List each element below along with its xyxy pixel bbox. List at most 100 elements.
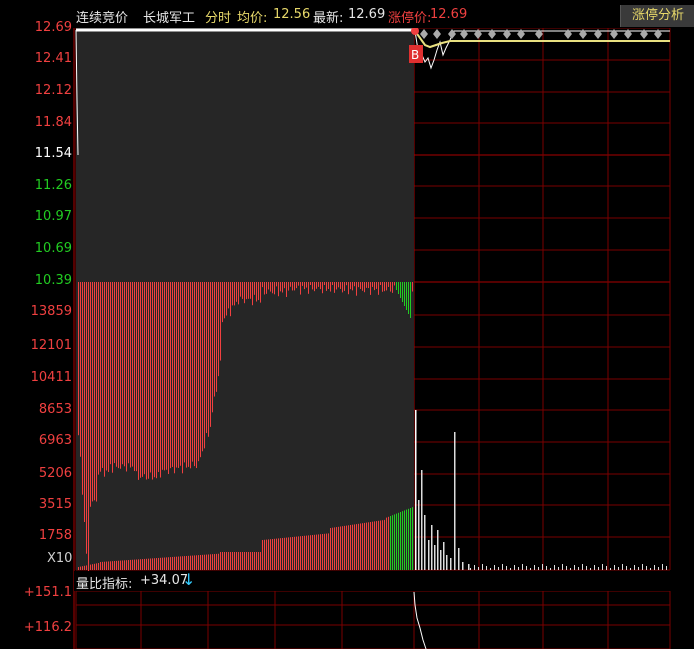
volume-bar: [190, 555, 191, 570]
volume-bar: [382, 520, 383, 570]
auction-bar: [94, 282, 95, 501]
auction-bar: [182, 282, 183, 474]
indicator-value: +34.07: [140, 573, 189, 588]
auction-bar: [176, 282, 177, 468]
auction-bar: [378, 282, 379, 295]
auction-bar: [330, 282, 331, 292]
volume-bar: [158, 557, 159, 570]
volume-bar: [172, 556, 173, 570]
auction-bar: [170, 282, 171, 469]
volume-bar: [276, 538, 277, 570]
auction-bar: [174, 282, 175, 474]
volume-bar: [474, 565, 475, 570]
chart-header: 连续竞价 长城军工 分时 均价: 12.56 最新: 12.69 涨停价: 12…: [0, 0, 694, 28]
volume-bar: [368, 522, 369, 570]
indicator-tick: +151.1: [23, 585, 72, 600]
volume-bar: [244, 552, 245, 570]
volume-tick: 12101: [30, 338, 72, 353]
volume-bar: [415, 410, 417, 570]
volume-bar: [278, 538, 279, 570]
volume-bar: [542, 564, 543, 570]
volume-bar: [394, 514, 395, 570]
price-tick: 12.12: [34, 83, 72, 98]
auction-bar: [90, 282, 91, 507]
auction-bar: [348, 282, 349, 295]
volume-bar: [408, 508, 409, 570]
price-tick: 11.26: [34, 178, 72, 193]
auction-bar: [88, 282, 89, 577]
volume-bar: [304, 535, 305, 570]
auction-bar: [316, 282, 317, 289]
auction-bar: [78, 282, 79, 436]
auction-bar: [130, 282, 131, 468]
volume-bar: [550, 568, 551, 570]
volume-bar: [156, 558, 157, 570]
volume-bar: [230, 552, 231, 570]
indicator-tick: +116.2: [23, 620, 72, 635]
auction-bar: [156, 282, 157, 479]
auction-bar: [252, 282, 253, 306]
auction-bar: [310, 282, 311, 285]
auction-bar: [306, 282, 307, 288]
auction-bar: [146, 282, 147, 480]
auction-bar: [184, 282, 185, 463]
volume-bar: [638, 567, 639, 570]
volume-bar: [356, 524, 357, 570]
volume-bar: [210, 554, 211, 570]
auction-bar: [372, 282, 373, 287]
auction-bar: [100, 282, 101, 472]
volume-bar: [431, 525, 433, 570]
volume-bar: [354, 524, 355, 570]
indicator-title: 量比指标:: [76, 577, 133, 592]
auction-bar: [122, 282, 123, 465]
latest-price-value: 12.69: [348, 7, 386, 22]
volume-bar: [468, 564, 470, 570]
auction-bar: [240, 282, 241, 297]
auction-bar: [118, 282, 119, 469]
volume-bar: [220, 552, 221, 570]
auction-bar: [106, 282, 107, 471]
volume-bar: [94, 563, 95, 570]
volume-bar: [502, 564, 503, 570]
auction-bar: [340, 282, 341, 289]
volume-bar: [120, 560, 121, 570]
auction-bar: [388, 282, 389, 287]
auction-bar: [326, 282, 327, 291]
volume-bar: [208, 554, 209, 570]
price-tick: 11.54: [34, 146, 72, 161]
auction-bar: [350, 282, 351, 290]
volume-bar: [212, 554, 213, 570]
auction-bar: [358, 282, 359, 288]
volume-bar: [570, 568, 571, 570]
volume-bar: [206, 554, 207, 570]
volume-bar: [298, 536, 299, 570]
volume-tick: 5206: [38, 466, 72, 481]
volume-bar: [122, 560, 123, 570]
volume-bar: [630, 568, 631, 570]
auction-bar: [152, 282, 153, 480]
auction-bar: [258, 282, 259, 301]
auction-bar: [398, 282, 399, 294]
volume-bar: [364, 522, 365, 570]
auction-bar: [134, 282, 135, 472]
volume-bar: [296, 536, 297, 570]
auction-bar: [366, 282, 367, 288]
volume-bar: [618, 567, 619, 570]
auction-bar: [210, 282, 211, 427]
volume-bar: [324, 533, 325, 570]
auction-bar: [412, 282, 413, 292]
auction-bar: [390, 282, 391, 292]
volume-bar: [574, 565, 575, 570]
auction-bar: [384, 282, 385, 292]
auction-bar: [116, 282, 117, 467]
volume-bar: [622, 564, 623, 570]
volume-bar: [482, 564, 483, 570]
volume-bar: [126, 560, 127, 570]
volume-bar: [150, 558, 151, 570]
volume-bar: [310, 535, 311, 570]
limit-up-analysis-button[interactable]: 涨停分析: [620, 5, 694, 27]
auction-bar: [300, 282, 301, 295]
volume-bar: [98, 563, 99, 570]
volume-bar: [250, 552, 251, 570]
volume-bar: [292, 537, 293, 570]
